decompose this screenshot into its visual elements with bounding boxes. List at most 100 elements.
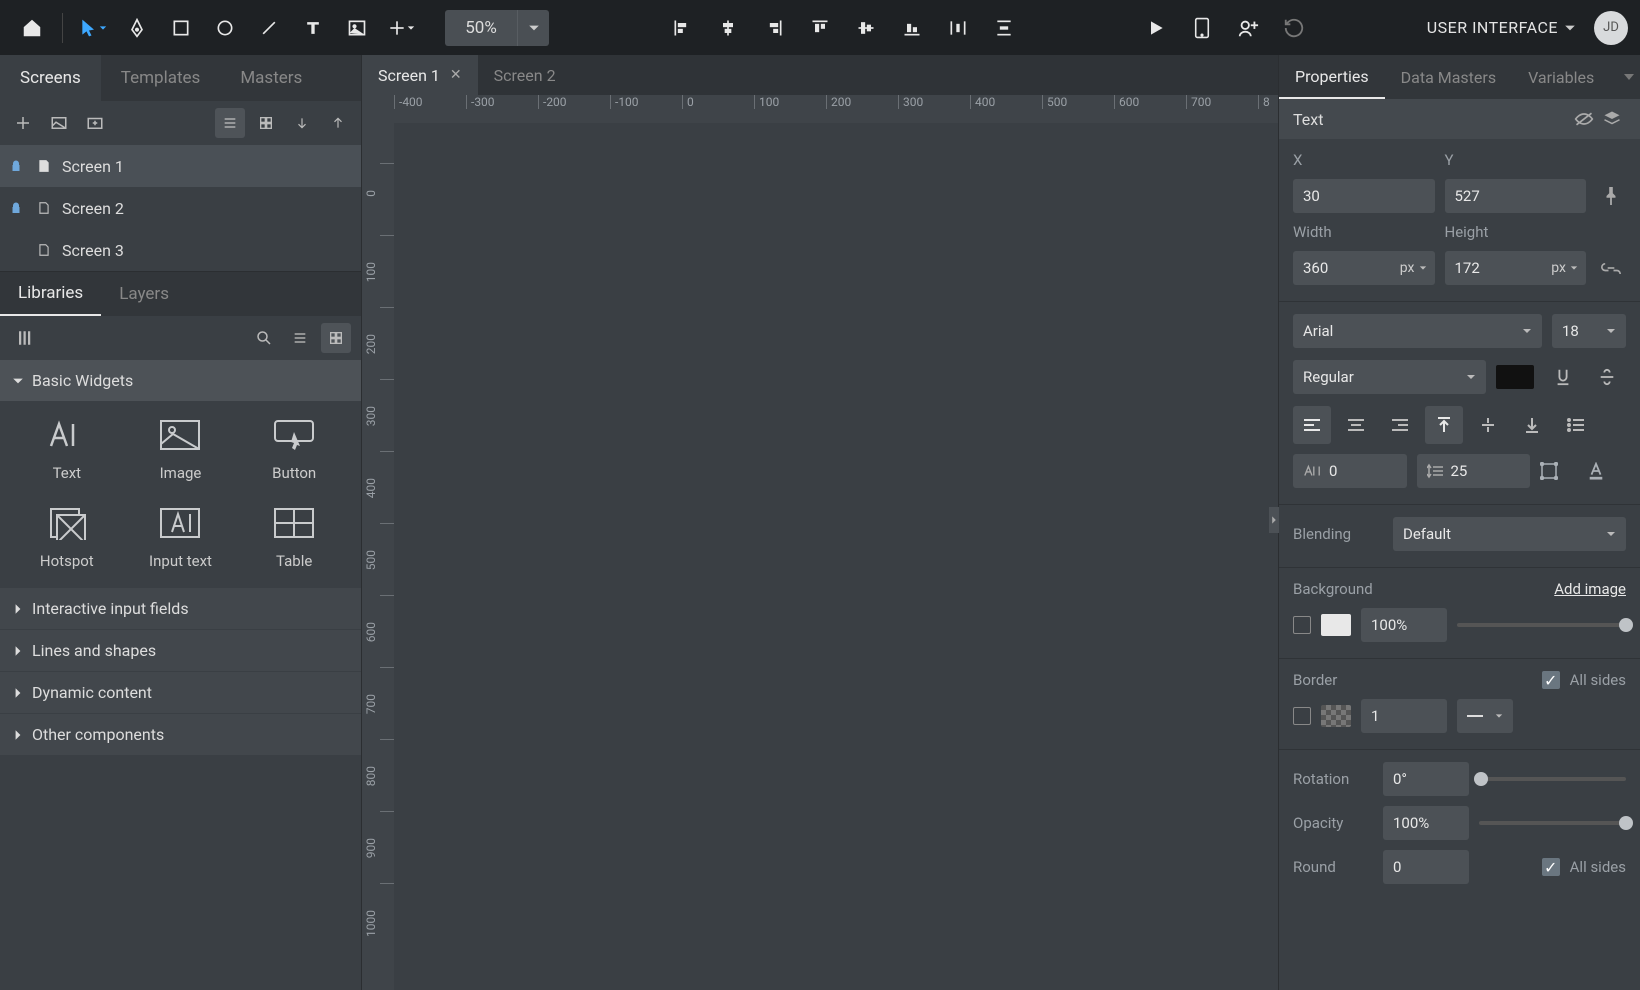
text-align-bottom-icon[interactable] [1513, 406, 1551, 444]
home-icon[interactable] [12, 8, 52, 48]
sort-down-icon[interactable] [287, 108, 317, 138]
lib-category[interactable]: Basic Widgets [0, 360, 361, 402]
line-tool-icon[interactable] [249, 8, 289, 48]
font-weight-dropdown[interactable]: Regular [1293, 360, 1486, 394]
zoom-control[interactable]: 50% [445, 10, 549, 46]
ellipse-tool-icon[interactable] [205, 8, 245, 48]
text-align-right-icon[interactable] [1381, 406, 1419, 444]
pin-icon[interactable] [1596, 187, 1626, 205]
pointer-tool-icon[interactable] [73, 8, 113, 48]
add-image-link[interactable]: Add image [1554, 580, 1626, 598]
font-family-dropdown[interactable]: Arial [1293, 314, 1542, 348]
project-name-dropdown[interactable]: USER INTERFACE [1427, 18, 1576, 37]
widget-hotspot[interactable]: Hotspot [12, 504, 122, 570]
font-size-dropdown[interactable]: 18 [1552, 314, 1626, 348]
background-color-swatch[interactable] [1321, 614, 1351, 636]
text-align-top-icon[interactable] [1425, 406, 1463, 444]
distribute-h-icon[interactable] [938, 8, 978, 48]
link-dimensions-icon[interactable] [1596, 262, 1626, 274]
lock-icon[interactable] [6, 202, 26, 214]
panel-menu-icon[interactable] [1624, 72, 1634, 82]
screen-item[interactable]: Screen 2 [0, 187, 361, 229]
border-all-sides-checkbox[interactable]: ✓ [1542, 671, 1560, 689]
widget-table[interactable]: Table [239, 504, 349, 570]
align-center-h-icon[interactable] [708, 8, 748, 48]
list-view-icon[interactable] [215, 108, 245, 138]
border-color-swatch[interactable] [1321, 705, 1351, 727]
tab-libraries[interactable]: Libraries [0, 272, 101, 316]
history-icon[interactable] [1274, 8, 1314, 48]
canvas-tab[interactable]: Screen 2 [478, 55, 572, 95]
background-opacity-slider[interactable] [1457, 623, 1626, 627]
tab-properties[interactable]: Properties [1279, 55, 1385, 99]
text-color-reset-icon[interactable] [1588, 462, 1626, 480]
distribute-v-icon[interactable] [984, 8, 1024, 48]
canvas-tab[interactable]: Screen 1 ✕ [362, 55, 478, 95]
zoom-value[interactable]: 50% [445, 18, 517, 38]
text-align-middle-icon[interactable] [1469, 406, 1507, 444]
tab-data-masters[interactable]: Data Masters [1385, 55, 1512, 99]
underline-icon[interactable] [1544, 358, 1582, 396]
blending-dropdown[interactable]: Default [1393, 517, 1626, 551]
width-input[interactable]: 360 px [1293, 251, 1435, 285]
list-view-icon[interactable] [285, 323, 315, 353]
lib-category[interactable]: Other components [0, 714, 361, 756]
opacity-input[interactable]: 100% [1383, 806, 1469, 840]
auto-size-icon[interactable] [1540, 462, 1578, 480]
close-icon[interactable]: ✕ [450, 67, 462, 83]
canvas[interactable] [394, 123, 1278, 990]
text-align-center-icon[interactable] [1337, 406, 1375, 444]
ruler-vertical[interactable]: 0 100 200 300 400 500 600 700 800 900 10… [362, 123, 394, 990]
lib-category[interactable]: Interactive input fields [0, 588, 361, 630]
tab-screens[interactable]: Screens [0, 55, 101, 101]
screen-item[interactable]: Screen 1 [0, 145, 361, 187]
align-left-icon[interactable] [662, 8, 702, 48]
hide-icon[interactable] [1570, 111, 1598, 127]
tab-variables[interactable]: Variables [1512, 55, 1610, 99]
align-middle-v-icon[interactable] [846, 8, 886, 48]
play-icon[interactable] [1136, 8, 1176, 48]
grid-view-icon[interactable] [251, 108, 281, 138]
pen-tool-icon[interactable] [117, 8, 157, 48]
screen-item[interactable]: Screen 3 [0, 229, 361, 271]
rectangle-tool-icon[interactable] [161, 8, 201, 48]
widget-text[interactable]: Text [12, 416, 122, 482]
library-manager-icon[interactable] [10, 323, 40, 353]
bullet-list-icon[interactable] [1557, 406, 1595, 444]
image-tool-icon[interactable] [337, 8, 377, 48]
height-unit-dropdown[interactable]: px [1543, 260, 1586, 276]
tab-templates[interactable]: Templates [101, 55, 221, 101]
widget-button[interactable]: Button [239, 416, 349, 482]
lock-icon[interactable] [6, 160, 26, 172]
panel-collapse-icon[interactable] [1269, 507, 1279, 533]
layers-icon[interactable] [1598, 110, 1626, 128]
rotation-input[interactable]: 0° [1383, 762, 1469, 796]
y-input[interactable]: 527 [1445, 179, 1587, 213]
round-all-sides-checkbox[interactable]: ✓ [1542, 858, 1560, 876]
background-opacity-input[interactable]: 100% [1361, 608, 1447, 642]
letter-spacing-input[interactable]: 0 [1293, 454, 1407, 488]
round-input[interactable]: 0 [1383, 850, 1469, 884]
strikethrough-icon[interactable] [1588, 358, 1626, 396]
border-style-dropdown[interactable] [1457, 699, 1513, 733]
background-enabled-checkbox[interactable] [1293, 616, 1311, 634]
x-input[interactable]: 30 [1293, 179, 1435, 213]
share-icon[interactable] [1228, 8, 1268, 48]
text-tool-icon[interactable] [293, 8, 333, 48]
text-align-left-icon[interactable] [1293, 406, 1331, 444]
align-top-icon[interactable] [800, 8, 840, 48]
add-image-screen-icon[interactable] [44, 108, 74, 138]
lib-category[interactable]: Dynamic content [0, 672, 361, 714]
align-bottom-icon[interactable] [892, 8, 932, 48]
border-width-input[interactable]: 1 [1361, 699, 1447, 733]
width-unit-dropdown[interactable]: px [1392, 260, 1435, 276]
rotation-slider[interactable] [1479, 777, 1626, 781]
grid-view-icon[interactable] [321, 323, 351, 353]
widget-input-text[interactable]: Input text [126, 504, 236, 570]
user-avatar[interactable]: JD [1594, 11, 1628, 45]
ruler-horizontal[interactable]: -400 -300 -200 -100 0 100 200 300 400 50… [394, 95, 1278, 123]
opacity-slider[interactable] [1479, 821, 1626, 825]
line-height-input[interactable]: 25 [1417, 454, 1531, 488]
border-enabled-checkbox[interactable] [1293, 707, 1311, 725]
add-screen-icon[interactable] [8, 108, 38, 138]
